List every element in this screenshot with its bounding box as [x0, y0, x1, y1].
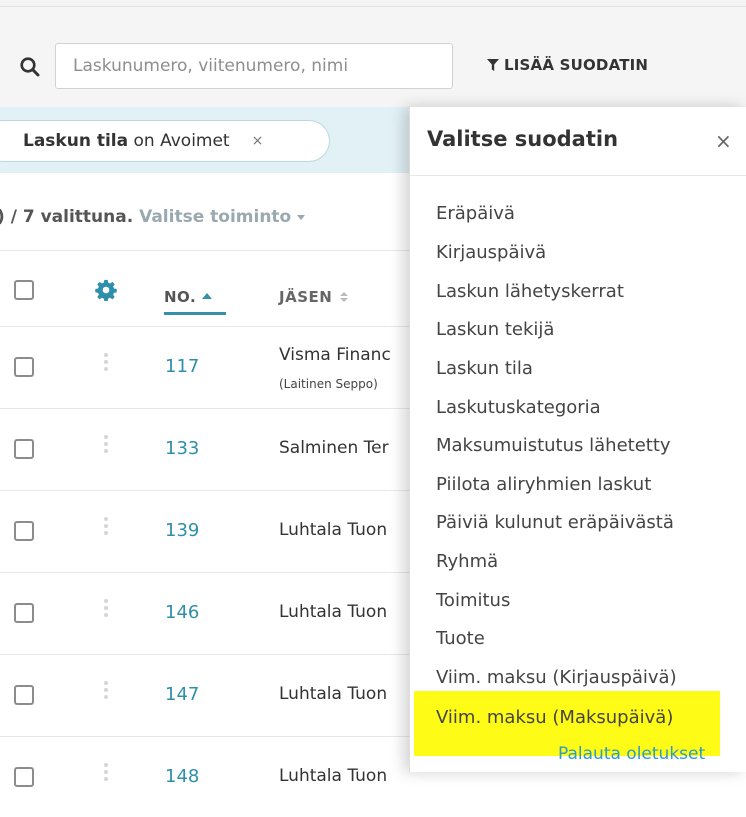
filter-chip-operator: on: [128, 131, 161, 151]
reset-defaults-link[interactable]: Palauta oletukset: [558, 744, 705, 764]
filter-option[interactable]: Maksumuistutus lähetetty: [436, 435, 671, 456]
close-icon[interactable]: ×: [252, 133, 264, 149]
close-icon[interactable]: ×: [715, 129, 732, 153]
row-checkbox[interactable]: [14, 767, 34, 787]
filter-option[interactable]: Ryhmä: [436, 551, 498, 572]
panel-divider: [410, 175, 746, 176]
search-icon[interactable]: [19, 56, 41, 78]
table-row[interactable]: 146 Luhtala Tuon: [0, 572, 420, 653]
filter-option[interactable]: Kirjauspäivä: [436, 242, 546, 263]
member-subname: (Laitinen Seppo): [279, 377, 378, 391]
member-name: Luhtala Tuon: [279, 602, 388, 622]
member-name: Luhtala Tuon: [279, 520, 388, 540]
row-checkbox[interactable]: [14, 357, 34, 377]
row-checkbox[interactable]: [14, 603, 34, 623]
filter-option[interactable]: Viim. maksu (Kirjauspäivä): [436, 667, 677, 688]
invoice-number[interactable]: 148: [165, 766, 199, 787]
invoice-number[interactable]: 117: [165, 356, 199, 377]
column-header-no-label: NO.: [164, 288, 197, 306]
row-menu-icon[interactable]: [104, 599, 108, 620]
panel-title: Valitse suodatin: [427, 127, 619, 151]
filter-selection-panel: Valitse suodatin × Eräpäivä Kirjauspäivä…: [409, 107, 746, 772]
select-all-checkbox[interactable]: [14, 280, 34, 300]
member-name: Luhtala Tuon: [279, 766, 388, 786]
row-checkbox[interactable]: [14, 685, 34, 705]
row-menu-icon[interactable]: [104, 353, 108, 374]
filter-option[interactable]: Eräpäivä: [436, 203, 515, 224]
filter-chip-name: Laskun tila: [23, 131, 129, 151]
active-sort-underline: [164, 312, 226, 315]
select-action-label: Valitse toiminto: [139, 207, 292, 227]
window-top-edge: [0, 0, 746, 7]
selection-count: ) / 7 valittuna.: [0, 207, 134, 227]
search-toolbar: LISÄÄ SUODATIN: [0, 7, 746, 107]
filter-option[interactable]: Päiviä kulunut eräpäivästä: [436, 512, 674, 533]
row-menu-icon[interactable]: [104, 517, 108, 538]
row-checkbox[interactable]: [14, 439, 34, 459]
add-filter-button[interactable]: LISÄÄ SUODATIN: [487, 56, 648, 74]
select-action-dropdown[interactable]: Valitse toiminto: [139, 207, 306, 227]
filter-option[interactable]: Laskun tekijä: [436, 319, 554, 340]
filter-option[interactable]: Laskutuskategoria: [436, 397, 601, 418]
chevron-down-icon: [297, 214, 306, 220]
table-row[interactable]: 133 Salminen Ter: [0, 408, 420, 489]
header-divider: [0, 250, 420, 251]
member-name: Visma Financ: [279, 345, 391, 365]
row-menu-icon[interactable]: [104, 681, 108, 702]
row-menu-icon[interactable]: [104, 435, 108, 456]
filter-option[interactable]: Toimitus: [436, 590, 510, 611]
filter-chip[interactable]: Laskun tila on Avoimet ×: [0, 120, 330, 162]
search-input[interactable]: [55, 43, 453, 89]
filter-chip-value: Avoimet: [160, 131, 230, 151]
column-header-member-label: JÄSEN: [279, 288, 333, 306]
filter-option[interactable]: Tuote: [436, 628, 485, 649]
table-row[interactable]: 148 Luhtala Tuon: [0, 736, 420, 817]
row-menu-icon[interactable]: [104, 763, 108, 784]
gear-icon[interactable]: [95, 279, 117, 301]
invoice-number[interactable]: 139: [165, 520, 199, 541]
funnel-icon: [487, 58, 499, 71]
add-filter-label: LISÄÄ SUODATIN: [504, 56, 649, 74]
filter-option[interactable]: Piilota aliryhmien laskut: [436, 474, 651, 495]
invoice-number[interactable]: 147: [165, 684, 199, 705]
sort-ascending-icon: [202, 292, 213, 299]
column-header-member[interactable]: JÄSEN: [279, 288, 349, 306]
filter-option-highlighted[interactable]: Viim. maksu (Maksupäivä): [436, 707, 673, 728]
invoice-number[interactable]: 146: [165, 602, 199, 623]
table-row[interactable]: 139 Luhtala Tuon: [0, 490, 420, 571]
table-row[interactable]: 147 Luhtala Tuon: [0, 654, 420, 735]
filter-option[interactable]: Laskun lähetyskerrat: [436, 281, 624, 302]
table-row[interactable]: 117 Visma Financ (Laitinen Seppo): [0, 326, 420, 407]
sort-icon: [340, 291, 349, 302]
row-checkbox[interactable]: [14, 521, 34, 541]
column-header-no[interactable]: NO.: [164, 288, 213, 306]
invoice-number[interactable]: 133: [165, 438, 199, 459]
member-name: Salminen Ter: [279, 438, 389, 458]
member-name: Luhtala Tuon: [279, 684, 388, 704]
selection-summary: ) / 7 valittuna. Valitse toiminto: [0, 207, 306, 227]
filter-option[interactable]: Laskun tila: [436, 358, 533, 379]
